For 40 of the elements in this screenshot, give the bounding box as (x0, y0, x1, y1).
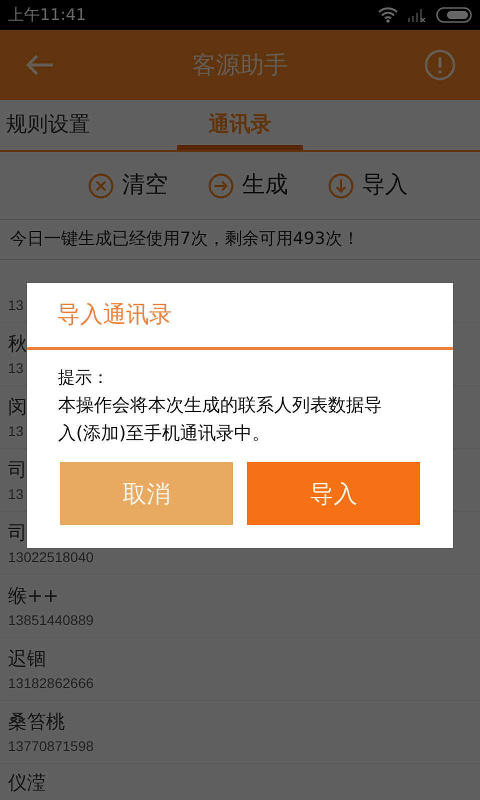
contact-name: 仪滢 (8, 771, 46, 796)
contact-row[interactable]: 缑++ 13851440889 (0, 575, 480, 638)
dialog-message: 本操作会将本次生成的联系人列表数据导入(添加)至手机通讯录中。 (58, 394, 383, 446)
battery-icon (436, 7, 472, 23)
info-button[interactable] (424, 49, 456, 81)
import-button[interactable]: 导入 (247, 462, 420, 525)
signal-icon (408, 8, 426, 22)
contact-name: 桑笞桃 (8, 710, 65, 735)
wifi-icon (378, 7, 398, 23)
clear-icon (88, 172, 114, 198)
tab[interactable]: 通讯录 (177, 100, 303, 150)
app-title: 客源助手 (192, 50, 288, 81)
contact-phone: 13 (8, 359, 24, 378)
contact-row[interactable]: 仪滢 (0, 764, 480, 800)
contact-phone: 13 (8, 296, 24, 315)
contact-phone: 13 (8, 422, 24, 441)
action-button[interactable]: 导入 (328, 168, 408, 203)
contact-phone: 13022518040 (8, 548, 94, 567)
action-button[interactable]: 生成 (208, 168, 288, 203)
action-button[interactable]: 清空 (88, 168, 168, 203)
tab[interactable]: 规则设置 (0, 100, 177, 150)
contact-row[interactable]: 迟锢 13182862666 (0, 638, 480, 701)
usage-notice: 今日一键生成已经使用7次，剩余可用493次！ (10, 228, 360, 251)
contact-phone: 13 (8, 485, 24, 504)
cancel-button[interactable]: 取消 (60, 462, 233, 525)
contact-name: 司 (8, 458, 27, 483)
arrow-down-icon (328, 172, 354, 198)
hint-label: 提示： (58, 367, 110, 390)
contact-phone: 13770871598 (8, 737, 94, 756)
contact-row[interactable]: 桑笞桃 13770871598 (0, 701, 480, 764)
contact-name: 闵 (8, 395, 27, 420)
clock: 上午11:41 (8, 4, 86, 26)
contact-phone: 13182862666 (8, 674, 94, 693)
contact-name: 秋 (8, 332, 27, 357)
arrow-right-icon (208, 172, 234, 198)
contact-name: 迟锢 (8, 647, 46, 672)
contact-name: 缑++ (8, 584, 59, 609)
contact-name: 司 (8, 521, 27, 546)
contact-phone: 13851440889 (8, 611, 94, 630)
dialog-title: 导入通讯录 (57, 300, 172, 330)
